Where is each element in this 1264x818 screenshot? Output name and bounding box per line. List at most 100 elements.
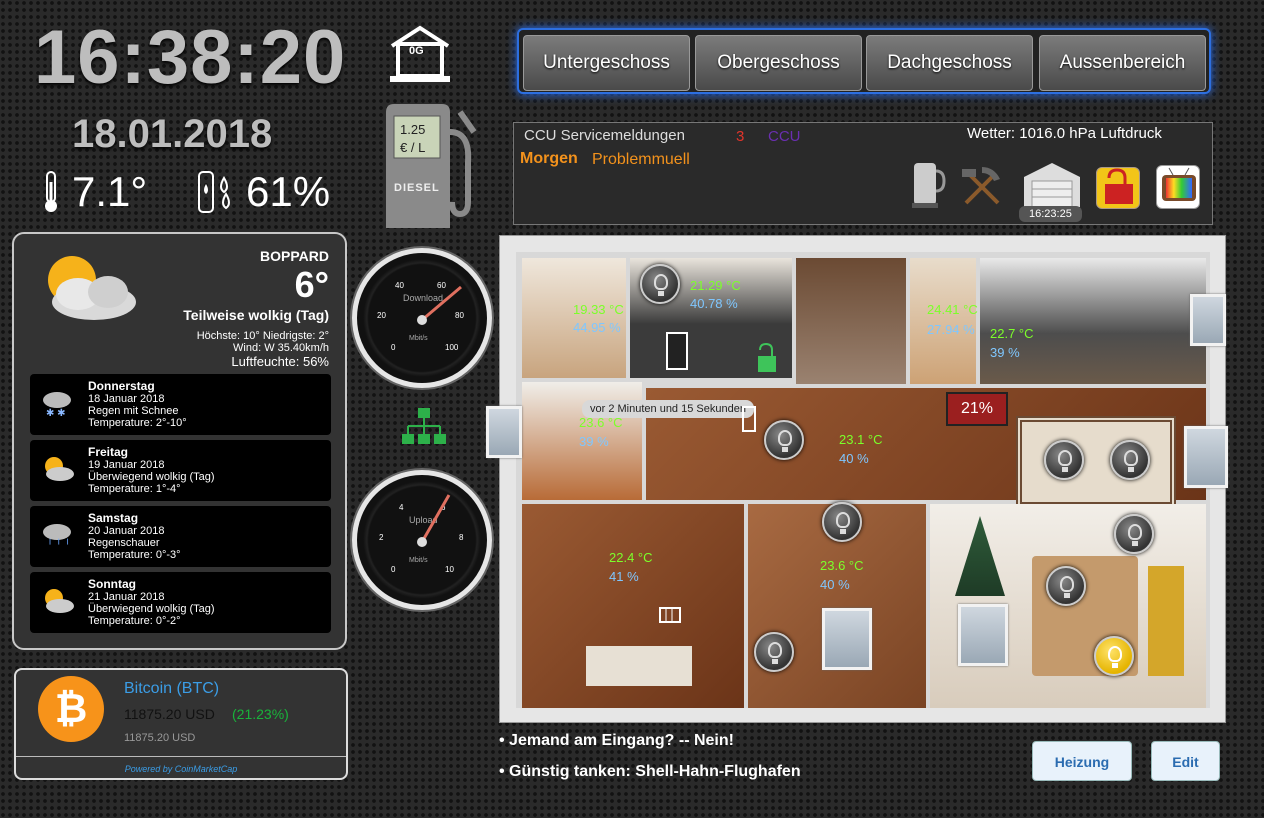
kettle-icon[interactable] — [910, 157, 946, 209]
forecast-day-name: Samstag — [88, 511, 139, 525]
service-messages-count: 3 — [736, 128, 745, 145]
tv-icon[interactable] — [1156, 165, 1200, 209]
room-temp: 23.1 °C — [839, 432, 883, 447]
weather-description: Teilweise wolkig (Tag) — [183, 307, 329, 323]
forecast-day-temp: Temperature: 1°-4° — [88, 483, 181, 495]
forecast-day-name: Freitag — [88, 445, 129, 459]
fuel-label: DIESEL — [394, 182, 440, 194]
light-bulb-icon[interactable] — [754, 632, 794, 672]
last-update-tooltip: vor 2 Minuten und 15 Sekunden — [582, 400, 754, 418]
tools-icon[interactable] — [960, 163, 1004, 207]
light-bulb-icon[interactable] — [764, 420, 804, 460]
fuel-pump-icon[interactable]: 1.25 € / L DIESEL — [376, 102, 496, 230]
forecast-day-name: Sonntag — [88, 577, 136, 591]
window-icon[interactable] — [958, 604, 1008, 666]
clock-time: 16:38:20 — [34, 15, 347, 100]
room-temp: 21.29 °C — [690, 278, 741, 293]
service-messages-label[interactable]: CCU Servicemeldungen — [524, 127, 685, 144]
bitcoin-name[interactable]: Bitcoin (BTC) — [124, 680, 219, 698]
nav-button-untergeschoss[interactable]: Untergeschoss — [523, 35, 690, 91]
nav-button-dachgeschoss[interactable]: Dachgeschoss — [866, 35, 1033, 91]
light-bulb-icon[interactable] — [1044, 440, 1084, 480]
network-icon — [402, 408, 446, 446]
floor-navigation: Untergeschoss Obergeschoss Dachgeschoss … — [517, 28, 1211, 94]
partly-cloudy-icon — [40, 454, 74, 484]
room-stairs — [796, 258, 906, 384]
unlocked-icon[interactable] — [1096, 167, 1140, 209]
garbage-day: Morgen — [520, 150, 578, 167]
light-bulb-icon[interactable] — [1046, 566, 1086, 606]
room-kitchen — [980, 258, 1206, 384]
light-bulb-icon[interactable] — [1110, 440, 1150, 480]
heating-button[interactable]: Heizung — [1032, 741, 1132, 781]
forecast-day-temp: Temperature: 0°-2° — [88, 615, 181, 627]
light-bulb-on-icon[interactable] — [1094, 636, 1134, 676]
bitcoin-icon: ₿ — [38, 676, 104, 742]
bitcoin-price: 11875.20 USD — [124, 706, 215, 722]
window-icon[interactable] — [1184, 426, 1228, 488]
garbage-type: Problemmuell — [592, 151, 690, 168]
window-icon[interactable] — [1190, 294, 1226, 346]
forecast-day-date: 18 Januar 2018 — [88, 393, 165, 405]
fuel-unit: € / L — [400, 140, 426, 155]
forecast-day: Freitag 19 Januar 2018 Überwiegend wolki… — [30, 440, 331, 501]
floor-plan: 19.33 °C 44.95 % 21.29 °C 40.78 % 24.41 … — [486, 235, 1228, 723]
light-bulb-icon[interactable] — [822, 502, 862, 542]
house-floor-icon[interactable]: 0G — [388, 24, 452, 84]
forecast-day-desc: Überwiegend wolkig (Tag) — [88, 471, 215, 483]
upload-gauge: Upload Mbit/s 0 2 4 6 8 10 — [352, 470, 492, 610]
forecast-day-desc: Überwiegend wolkig (Tag) — [88, 603, 215, 615]
room-humidity: 27.94 % — [927, 322, 975, 337]
forecast-day-temp: Temperature: 2°-10° — [88, 417, 187, 429]
svg-text:✱ ✱: ✱ ✱ — [46, 408, 66, 418]
bitcoin-change: (21.23%) — [232, 706, 289, 722]
outdoor-humidity: 61% — [246, 168, 331, 215]
room-humidity: 39 % — [579, 434, 609, 449]
room-temp: 22.4 °C — [609, 550, 653, 565]
edit-button[interactable]: Edit — [1151, 741, 1220, 781]
light-bulb-icon[interactable] — [1114, 514, 1154, 554]
nav-button-obergeschoss[interactable]: Obergeschoss — [695, 35, 862, 91]
window-icon[interactable] — [486, 406, 522, 458]
door-contact-icon[interactable] — [742, 406, 756, 432]
room-wc — [910, 258, 976, 384]
svg-text:╵ ╵ ╵: ╵ ╵ ╵ — [47, 538, 71, 550]
weather-hilo: Höchste: 10° Niedrigste: 2° — [196, 330, 329, 342]
download-gauge: Download Mbit/s 0 20 40 60 80 100 — [352, 248, 492, 388]
forecast-day-temp: Temperature: 0°-3° — [88, 549, 181, 561]
window-icon[interactable] — [822, 608, 872, 670]
room-temp: 19.33 °C — [573, 302, 624, 317]
room-humidity: 40 % — [839, 451, 869, 466]
room-bath — [522, 258, 626, 378]
bitcoin-widget: ₿ Bitcoin (BTC) 11875.20 USD (21.23%) 11… — [14, 668, 348, 780]
nav-button-aussenbereich[interactable]: Aussenbereich — [1039, 35, 1206, 91]
weather-current-temp: 6° — [294, 264, 329, 305]
outdoor-temperature: 7.1° — [72, 168, 148, 215]
partly-cloudy-icon — [28, 246, 138, 326]
room-temp: 24.41 °C — [927, 302, 978, 317]
heating-percent[interactable]: 21% — [946, 392, 1008, 426]
weather-widget: BOPPARD 6° Teilweise wolkig (Tag) Höchst… — [12, 232, 347, 650]
floor-label: 0G — [409, 45, 424, 57]
room-temp: 23.6 °C — [820, 558, 864, 573]
rain-icon: ╵ ╵ ╵ — [40, 520, 74, 551]
room-humidity: 41 % — [609, 569, 639, 584]
partly-cloudy-icon — [40, 586, 74, 616]
weather-humidity: Luftfeuchte: 56% — [231, 354, 329, 369]
snow-rain-icon: ✱ ✱ — [40, 388, 74, 419]
room-humidity: 40.78 % — [690, 296, 738, 311]
door-icon[interactable] — [666, 332, 688, 370]
fuel-cheapest: • Günstig tanken: Shell-Hahn-Flughafen — [499, 763, 801, 780]
doorbell-status: • Jemand am Eingang? -- Nein! — [499, 732, 734, 749]
forecast-day-name: Donnerstag — [88, 379, 155, 393]
forecast-day-desc: Regenschauer — [88, 537, 160, 549]
garage-time: 16:23:25 — [1019, 206, 1082, 222]
powered-by-link[interactable]: Powered by CoinMarketCap — [16, 764, 346, 774]
clock-date: 18.01.2018 — [72, 112, 273, 156]
lock-open-icon[interactable] — [756, 342, 778, 376]
forecast-day-date: 20 Januar 2018 — [88, 525, 165, 537]
bitcoin-price-secondary: 11875.20 USD — [124, 732, 196, 744]
light-bulb-icon[interactable] — [640, 264, 680, 304]
radiator-icon[interactable] — [658, 604, 682, 626]
garage-icon[interactable] — [1020, 161, 1084, 211]
